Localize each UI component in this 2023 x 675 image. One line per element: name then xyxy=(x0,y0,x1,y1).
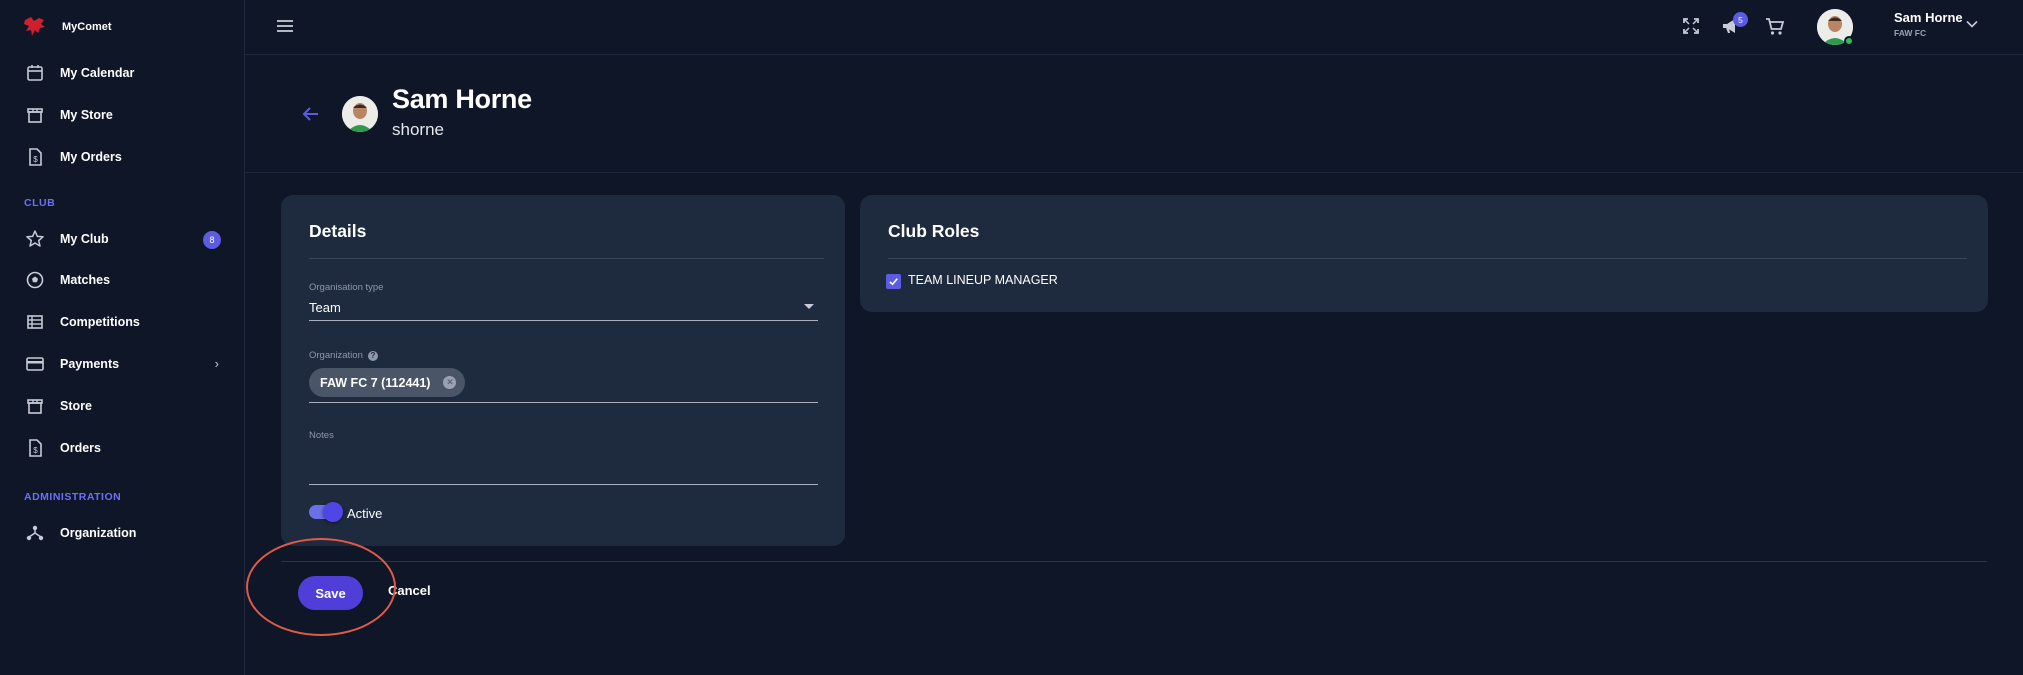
top-bar xyxy=(245,0,2023,55)
card-divider xyxy=(888,258,1967,259)
notes-field[interactable] xyxy=(309,454,818,484)
card-divider xyxy=(309,258,824,259)
credit-card-icon xyxy=(24,353,46,375)
notification-count-badge: 5 xyxy=(1733,12,1748,27)
sidebar-item-label: My Calendar xyxy=(60,66,135,80)
soccer-ball-icon xyxy=(24,269,46,291)
section-label-administration: ADMINISTRATION xyxy=(24,491,122,503)
organization-chip[interactable]: FAW FC 7 (112441) ✕ xyxy=(309,368,466,397)
details-card-title: Details xyxy=(309,221,367,241)
active-toggle[interactable] xyxy=(309,502,343,522)
user-organization: FAW FC xyxy=(1894,28,1927,38)
club-roles-card: Club Roles xyxy=(860,195,1988,312)
store-icon xyxy=(24,395,46,417)
store-icon xyxy=(24,104,46,126)
my-club-count-badge: 8 xyxy=(203,231,221,249)
page-subtitle-username: shorne xyxy=(392,120,444,139)
highlight-annotation xyxy=(246,538,396,636)
org-type-label: Organisation type xyxy=(309,282,384,293)
toggle-knob xyxy=(323,502,343,522)
team-lineup-manager-checkbox[interactable] xyxy=(886,274,901,289)
brand[interactable]: MyComet xyxy=(22,13,112,41)
org-type-select[interactable]: Team xyxy=(309,300,818,320)
receipt-icon: $ xyxy=(24,437,46,459)
receipt-icon: $ xyxy=(24,146,46,168)
header-divider xyxy=(245,172,2023,173)
svg-text:$: $ xyxy=(33,446,38,455)
dragon-logo-icon xyxy=(24,17,45,36)
notes-underline xyxy=(309,484,818,485)
sidebar-item-label: My Club xyxy=(60,232,109,246)
sidebar-item-my-orders[interactable]: $ My Orders xyxy=(24,143,224,171)
sidebar-item-my-store[interactable]: My Store xyxy=(24,101,224,129)
hierarchy-icon xyxy=(24,522,46,544)
online-status-dot xyxy=(1844,36,1854,46)
svg-text:$: $ xyxy=(33,155,38,164)
notes-label: Notes xyxy=(309,430,334,441)
chevron-right-icon: › xyxy=(214,356,219,371)
club-roles-card-title: Club Roles xyxy=(888,221,980,241)
calendar-icon xyxy=(24,62,46,84)
sidebar-item-label: Orders xyxy=(60,441,101,455)
sidebar-item-label: My Store xyxy=(60,108,113,122)
list-icon xyxy=(24,311,46,333)
organization-chip-label: FAW FC 7 (112441) xyxy=(320,375,431,390)
sidebar-item-label: Matches xyxy=(60,273,111,287)
sidebar-item-matches[interactable]: Matches xyxy=(24,266,224,294)
fullscreen-icon[interactable] xyxy=(1680,15,1702,37)
sidebar-item-label: My Orders xyxy=(60,150,122,164)
sidebar-item-label: Organization xyxy=(60,526,137,540)
organization-underline xyxy=(309,402,818,403)
sidebar-item-competitions[interactable]: Competitions xyxy=(24,308,224,336)
footer-divider xyxy=(281,561,1987,562)
sidebar-item-my-club[interactable]: My Club 8 xyxy=(24,225,224,253)
profile-avatar xyxy=(342,96,378,132)
app-name: MyComet xyxy=(62,21,112,33)
sidebar-item-my-calendar[interactable]: My Calendar xyxy=(24,59,224,87)
page-title: Sam Horne xyxy=(392,84,532,114)
role-label: TEAM LINEUP MANAGER xyxy=(908,273,1058,287)
sidebar-item-store[interactable]: Store xyxy=(24,392,224,420)
dropdown-caret-icon[interactable] xyxy=(804,304,814,309)
hamburger-menu-icon[interactable] xyxy=(275,16,295,36)
user-name[interactable]: Sam Horne xyxy=(1894,10,1963,25)
sidebar-item-label: Competitions xyxy=(60,315,140,329)
back-arrow-icon[interactable] xyxy=(300,103,322,125)
section-label-club: CLUB xyxy=(24,197,56,209)
sidebar-item-organization[interactable]: Organization xyxy=(24,519,224,547)
org-type-underline xyxy=(309,320,818,321)
sidebar-item-payments[interactable]: Payments › xyxy=(24,350,224,378)
sidebar-item-label: Store xyxy=(60,399,92,413)
sidebar: MyComet My Calendar My Store $ My Orders… xyxy=(0,0,245,675)
close-icon[interactable]: ✕ xyxy=(443,376,457,389)
organization-label: Organization xyxy=(309,350,363,361)
help-icon[interactable]: ? xyxy=(368,351,378,361)
sidebar-item-orders[interactable]: $ Orders xyxy=(24,434,224,462)
checkmark-icon xyxy=(889,278,898,286)
star-icon xyxy=(24,228,46,250)
sidebar-item-label: Payments xyxy=(60,357,120,371)
shopping-cart-icon[interactable] xyxy=(1764,15,1786,37)
active-label: Active xyxy=(347,506,383,521)
chevron-down-icon[interactable] xyxy=(1965,17,1979,31)
